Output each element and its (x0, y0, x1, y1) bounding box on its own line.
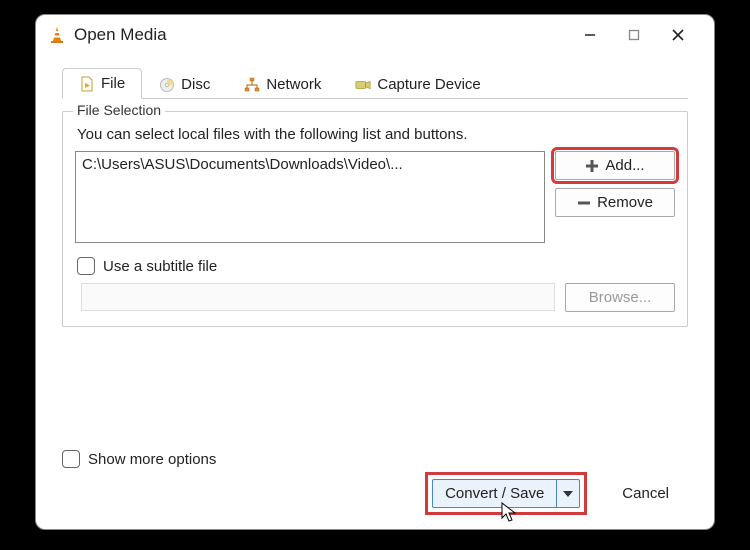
cancel-button-label: Cancel (622, 485, 669, 502)
disc-icon (159, 77, 175, 93)
tab-capture-label: Capture Device (377, 76, 480, 93)
tab-network[interactable]: Network (227, 69, 338, 99)
tabs: File Disc (62, 63, 688, 99)
remove-button[interactable]: Remove (555, 188, 675, 217)
tab-network-label: Network (266, 76, 321, 93)
file-selection-hint: You can select local files with the foll… (77, 126, 675, 143)
tab-file[interactable]: File (62, 68, 142, 99)
file-list-item[interactable]: C:\Users\ASUS\Documents\Downloads\Video\… (82, 156, 538, 173)
network-icon (244, 77, 260, 93)
close-button[interactable] (656, 21, 700, 49)
add-button[interactable]: Add... (555, 151, 675, 180)
minimize-button[interactable] (568, 21, 612, 49)
convert-save-label: Convert / Save (445, 485, 544, 502)
file-selection-legend: File Selection (73, 102, 165, 118)
vlc-cone-icon (48, 26, 66, 44)
remove-button-label: Remove (597, 194, 653, 211)
open-media-window: Open Media File (35, 14, 715, 530)
more-options-label: Show more options (88, 451, 216, 468)
minus-icon (577, 196, 591, 210)
tab-disc[interactable]: Disc (142, 69, 227, 99)
tab-disc-label: Disc (181, 76, 210, 93)
subtitle-path-field (81, 283, 555, 311)
more-options-checkbox[interactable] (62, 450, 80, 468)
cancel-button[interactable]: Cancel (603, 479, 688, 508)
convert-save-dropdown[interactable] (557, 480, 579, 507)
tab-capture[interactable]: Capture Device (338, 69, 497, 99)
file-icon (79, 76, 95, 92)
browse-button-label: Browse... (589, 289, 652, 306)
subtitle-checkbox-label: Use a subtitle file (103, 258, 217, 275)
capture-device-icon (355, 77, 371, 93)
tab-file-label: File (101, 75, 125, 92)
titlebar: Open Media (36, 15, 714, 53)
file-list[interactable]: C:\Users\ASUS\Documents\Downloads\Video\… (75, 151, 545, 243)
file-selection-group: File Selection You can select local file… (62, 111, 688, 327)
maximize-button[interactable] (612, 21, 656, 49)
add-button-label: Add... (605, 157, 644, 174)
browse-button: Browse... (565, 283, 675, 312)
window-title: Open Media (74, 25, 167, 45)
convert-save-button[interactable]: Convert / Save (432, 479, 580, 508)
plus-icon (585, 159, 599, 173)
subtitle-checkbox[interactable] (77, 257, 95, 275)
